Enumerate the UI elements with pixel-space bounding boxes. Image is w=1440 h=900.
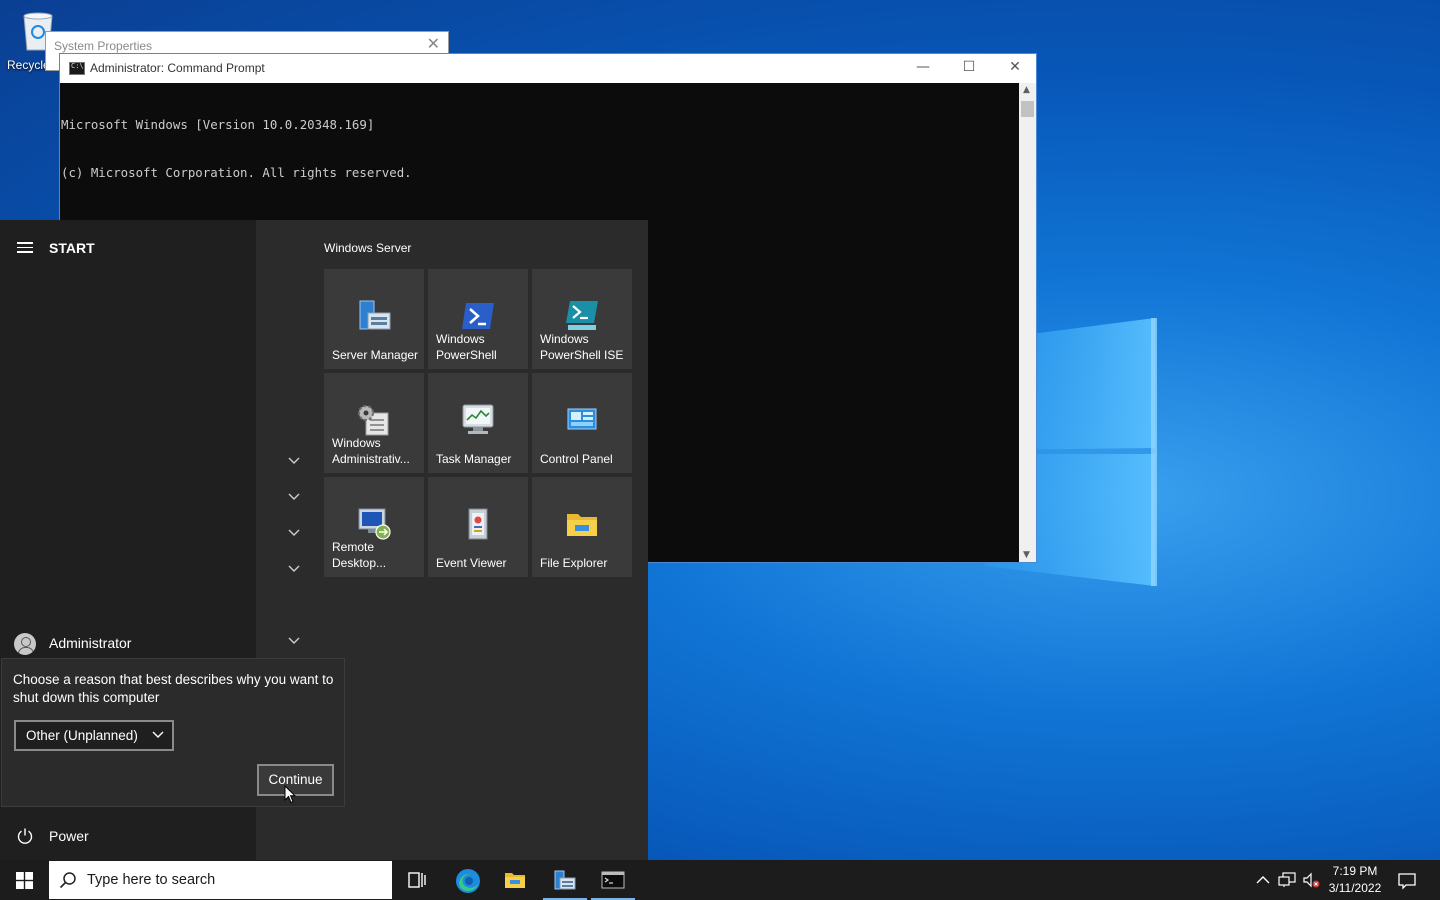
console-line: Microsoft Windows [Version 10.0.20348.16… [61,117,375,132]
chevron-down-icon[interactable] [288,565,300,573]
taskbar-file-explorer[interactable] [491,860,539,900]
taskbar-command-prompt[interactable] [589,860,637,900]
start-menu-title: START [49,240,95,256]
scroll-up-icon[interactable]: ▲ [1023,85,1030,95]
user-account-button[interactable]: Administrator [14,633,254,657]
clock-time: 7:19 PM [1332,864,1378,878]
tile-label: Windows PowerShell [436,332,497,362]
chevron-down-icon [152,731,164,738]
search-placeholder: Type here to search [87,872,216,888]
power-button[interactable]: Power [14,825,254,849]
scroll-thumb[interactable] [1021,101,1034,117]
shutdown-reason-prompt: Choose a reason that best describes why … [13,672,334,705]
server-manager-icon [359,300,391,330]
search-icon [59,872,76,889]
tile-label: Windows Administrativ... [332,436,410,466]
tile-label: Windows PowerShell ISE [540,332,624,362]
powershell-ise-icon [566,301,598,330]
tile-label: Task Manager [436,452,512,466]
file-explorer-icon [567,514,597,536]
powershell-icon [462,303,494,329]
tile-group-title: Windows Server [324,241,412,255]
windows-start-icon [16,872,33,889]
cmd-icon [69,62,85,75]
control-panel-icon [567,408,597,430]
selected-reason: Other (Unplanned) [26,728,138,743]
tile-label: Event Viewer [436,556,507,570]
tile-windows-powershell[interactable]: Windows PowerShell [428,269,528,369]
tile-windows-administrative-tools[interactable]: Windows Administrativ... [324,373,424,473]
edge-browser-icon [456,869,480,893]
admin-tools-icon [358,405,389,436]
tile-event-viewer[interactable]: Event Viewer [428,477,528,577]
chevron-down-icon[interactable] [288,457,300,465]
tile-remote-desktop[interactable]: Remote Desktop... [324,477,424,577]
tile-label: Server Manager [332,348,419,362]
shutdown-reason-select[interactable]: Other (Unplanned) [14,720,174,751]
tile-windows-powershell-ise[interactable]: Windows PowerShell ISE [532,269,632,369]
event-viewer-icon [468,508,488,540]
maximize-button[interactable]: ☐ [946,54,992,83]
hamburger-menu-icon[interactable] [17,242,33,254]
taskbar-search-box[interactable]: Type here to search [49,861,392,899]
notification-center-icon[interactable] [1398,872,1416,890]
taskbar-server-manager[interactable] [541,860,589,900]
volume-muted-icon[interactable] [1302,872,1320,888]
avatar [14,633,36,655]
chevron-down-icon[interactable] [288,637,300,645]
tile-control-panel[interactable]: Control Panel [532,373,632,473]
start-button[interactable] [0,860,48,900]
tile-label: Remote Desktop... [332,540,387,570]
chevron-down-icon[interactable] [288,493,300,501]
file-explorer-icon [505,873,525,888]
title-bar[interactable]: Administrator: Command Prompt — ☐ ✕ [60,54,1036,83]
command-prompt-icon [601,871,625,889]
mouse-cursor-icon [284,785,296,804]
console-line: (c) Microsoft Corporation. All rights re… [61,165,412,180]
vertical-scrollbar[interactable]: ▲ ▼ [1019,83,1036,562]
minimize-button[interactable]: — [900,54,946,83]
recycle-bin-label: Recycle [7,58,50,72]
task-view-button[interactable] [393,860,441,900]
task-manager-icon [462,404,494,434]
clock-date: 3/11/2022 [1328,881,1382,895]
tile-file-explorer[interactable]: File Explorer [532,477,632,577]
taskbar: Type here to search 7:19 PM 3/11/2022 [0,860,1440,900]
tile-task-manager[interactable]: Task Manager [428,373,528,473]
close-button[interactable]: ✕ [992,54,1038,83]
chevron-down-icon[interactable] [288,529,300,537]
tile-server-manager[interactable]: Server Manager [324,269,424,369]
taskbar-clock[interactable]: 7:19 PM 3/11/2022 [1320,863,1390,897]
server-manager-icon [554,870,576,890]
network-icon[interactable] [1278,872,1296,888]
task-view-icon [408,872,426,888]
power-label: Power [49,828,89,844]
tile-label: File Explorer [540,556,608,570]
window-title: System Properties [54,39,153,53]
close-button[interactable]: ✕ [427,34,440,53]
chevron-up-icon[interactable] [1254,872,1272,888]
tile-label: Control Panel [540,452,613,466]
user-name: Administrator [49,635,132,651]
scroll-down-icon[interactable]: ▼ [1023,550,1030,560]
taskbar-edge[interactable] [443,860,491,900]
power-icon [17,828,33,844]
remote-desktop-icon [358,508,391,540]
window-title: Administrator: Command Prompt [90,61,265,75]
